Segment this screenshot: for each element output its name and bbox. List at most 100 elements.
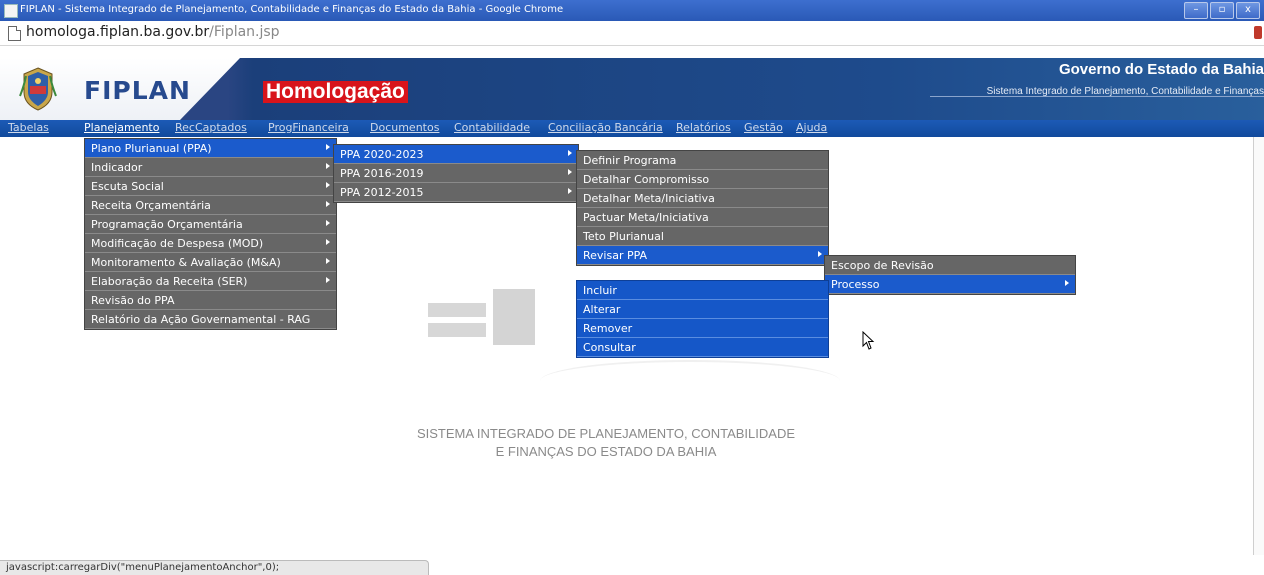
submenu-arrow-icon [568, 188, 572, 194]
watermark-logo-shape [428, 323, 486, 337]
submenu-arrow-icon [568, 150, 572, 156]
menu-item-revisao-ppa[interactable]: Revisão do PPA [85, 291, 336, 310]
url-path: /Fiplan.jsp [209, 24, 280, 40]
menu-item-alterar[interactable]: Alterar [577, 300, 828, 319]
ppa-2020-2023-submenu: Definir Programa Detalhar Compromisso De… [576, 150, 829, 266]
menu-conciliacao-bancaria[interactable]: Conciliação Bancária [548, 121, 663, 134]
menu-gestao[interactable]: Gestão [744, 121, 783, 134]
menu-planejamento[interactable]: Planejamento [84, 121, 159, 134]
menu-item-receita-orcamentaria[interactable]: Receita Orçamentária [85, 196, 336, 215]
submenu-arrow-icon [326, 220, 330, 226]
menu-item-label: Monitoramento & Avaliação (M&A) [91, 256, 281, 269]
menu-item-escuta-social[interactable]: Escuta Social [85, 177, 336, 196]
watermark-logo-shape [428, 303, 486, 317]
submenu-arrow-icon [568, 169, 572, 175]
menu-ajuda[interactable]: Ajuda [796, 121, 827, 134]
government-title: Governo do Estado da Bahia [1058, 61, 1264, 78]
maximize-button[interactable]: ▫ [1210, 2, 1234, 19]
menu-item-elaboracao-receita[interactable]: Elaboração da Receita (SER) [85, 272, 336, 291]
fiplan-logo: FIPLAN [84, 76, 191, 105]
window-title: FIPLAN - Sistema Integrado de Planejamen… [20, 4, 564, 15]
status-bar: javascript:carregarDiv("menuPlanejamento… [0, 560, 429, 575]
extension-icon[interactable] [1254, 26, 1262, 39]
menu-reccaptados[interactable]: RecCaptados [175, 121, 247, 134]
submenu-arrow-icon [326, 144, 330, 150]
close-button[interactable]: x [1236, 2, 1260, 19]
url-domain: homologa.fiplan.ba.gov.br [26, 24, 210, 40]
url-text[interactable]: homologa.fiplan.ba.gov.br/Fiplan.jsp [26, 24, 280, 40]
watermark-arc [540, 360, 840, 402]
menu-item-detalhar-meta[interactable]: Detalhar Meta/Iniciativa [577, 189, 828, 208]
menu-item-processo[interactable]: Processo [825, 275, 1075, 294]
menu-item-label: PPA 2020-2023 [340, 148, 424, 161]
main-menubar: Tabelas Planejamento RecCaptados ProgFin… [0, 120, 1264, 137]
ppa-submenu: PPA 2020-2023 PPA 2016-2019 PPA 2012-201… [333, 144, 579, 203]
menu-item-modificacao-despesa[interactable]: Modificação de Despesa (MOD) [85, 234, 336, 253]
menu-item-label: Programação Orçamentária [91, 218, 243, 231]
status-text: javascript:carregarDiv("menuPlanejamento… [6, 562, 280, 573]
menu-item-monitoramento-avaliacao[interactable]: Monitoramento & Avaliação (M&A) [85, 253, 336, 272]
menu-item-consultar[interactable]: Consultar [577, 338, 828, 357]
planejamento-dropdown: Plano Plurianual (PPA) Indicador Escuta … [84, 138, 337, 330]
submenu-arrow-icon [326, 277, 330, 283]
menu-item-indicador[interactable]: Indicador [85, 158, 336, 177]
menu-item-label: Remover [583, 322, 633, 335]
menu-item-programacao-orcamentaria[interactable]: Programação Orçamentária [85, 215, 336, 234]
window-controls: – ▫ x [1184, 2, 1260, 19]
menu-tabelas[interactable]: Tabelas [8, 121, 49, 134]
menu-item-label: Alterar [583, 303, 621, 316]
menu-item-label: Pactuar Meta/Iniciativa [583, 211, 709, 224]
menu-item-ppa-2020-2023[interactable]: PPA 2020-2023 [334, 145, 578, 164]
minimize-button[interactable]: – [1184, 2, 1208, 19]
menu-item-label: Escopo de Revisão [831, 259, 934, 272]
submenu-arrow-icon [326, 182, 330, 188]
menu-item-label: Elaboração da Receita (SER) [91, 275, 248, 288]
menu-item-revisar-ppa[interactable]: Revisar PPA [577, 246, 828, 265]
system-subtitle: Sistema Integrado de Planejamento, Conta… [986, 86, 1264, 97]
menu-item-label: Incluir [583, 284, 617, 297]
mouse-pointer-icon [862, 331, 875, 350]
menu-item-label: Relatório da Ação Governamental - RAG [91, 313, 311, 326]
menu-item-label: PPA 2016-2019 [340, 167, 424, 180]
menu-relatorios[interactable]: Relatórios [676, 121, 731, 134]
address-bar[interactable]: homologa.fiplan.ba.gov.br/Fiplan.jsp [0, 21, 1264, 46]
menu-item-label: PPA 2012-2015 [340, 186, 424, 199]
menu-item-label: Detalhar Meta/Iniciativa [583, 192, 715, 205]
menu-item-pactuar-meta[interactable]: Pactuar Meta/Iniciativa [577, 208, 828, 227]
submenu-arrow-icon [818, 251, 822, 257]
menu-item-incluir[interactable]: Incluir [577, 281, 828, 300]
menu-item-label: Escuta Social [91, 180, 164, 193]
menu-item-escopo-revisao[interactable]: Escopo de Revisão [825, 256, 1075, 275]
menu-item-relatorio-acao-governamental[interactable]: Relatório da Ação Governamental - RAG [85, 310, 336, 329]
menu-item-label: Receita Orçamentária [91, 199, 211, 212]
menu-item-label: Plano Plurianual (PPA) [91, 142, 212, 155]
revisar-ppa-submenu: Escopo de Revisão Processo [824, 255, 1076, 295]
menu-item-definir-programa[interactable]: Definir Programa [577, 151, 828, 170]
menu-item-remover[interactable]: Remover [577, 319, 828, 338]
watermark-text: E FINANÇAS DO ESTADO DA BAHIA [495, 444, 717, 459]
page-icon [8, 26, 21, 41]
submenu-arrow-icon [326, 163, 330, 169]
menu-item-plano-plurianual[interactable]: Plano Plurianual (PPA) [85, 139, 336, 158]
processo-submenu: Incluir Alterar Remover Consultar [576, 280, 829, 358]
menu-item-label: Modificação de Despesa (MOD) [91, 237, 264, 250]
submenu-arrow-icon [326, 239, 330, 245]
menu-item-label: Processo [831, 278, 880, 291]
menu-item-detalhar-compromisso[interactable]: Detalhar Compromisso [577, 170, 828, 189]
vertical-scrollbar[interactable] [1253, 137, 1264, 555]
menu-item-ppa-2012-2015[interactable]: PPA 2012-2015 [334, 183, 578, 202]
menu-item-label: Consultar [583, 341, 636, 354]
menu-progfinanceira[interactable]: ProgFinanceira [268, 121, 349, 134]
menu-item-teto-plurianual[interactable]: Teto Plurianual [577, 227, 828, 246]
submenu-arrow-icon [1065, 280, 1069, 286]
watermark-text: SISTEMA INTEGRADO DE PLANEJAMENTO, CONTA… [416, 426, 796, 441]
menu-item-label: Indicador [91, 161, 143, 174]
menu-documentos[interactable]: Documentos [370, 121, 439, 134]
menu-item-label: Revisão do PPA [91, 294, 175, 307]
submenu-arrow-icon [326, 258, 330, 264]
menu-item-label: Revisar PPA [583, 249, 648, 262]
menu-item-ppa-2016-2019[interactable]: PPA 2016-2019 [334, 164, 578, 183]
environment-badge: Homologação [263, 81, 408, 103]
window-titlebar: FIPLAN - Sistema Integrado de Planejamen… [0, 0, 1264, 21]
menu-contabilidade[interactable]: Contabilidade [454, 121, 530, 134]
